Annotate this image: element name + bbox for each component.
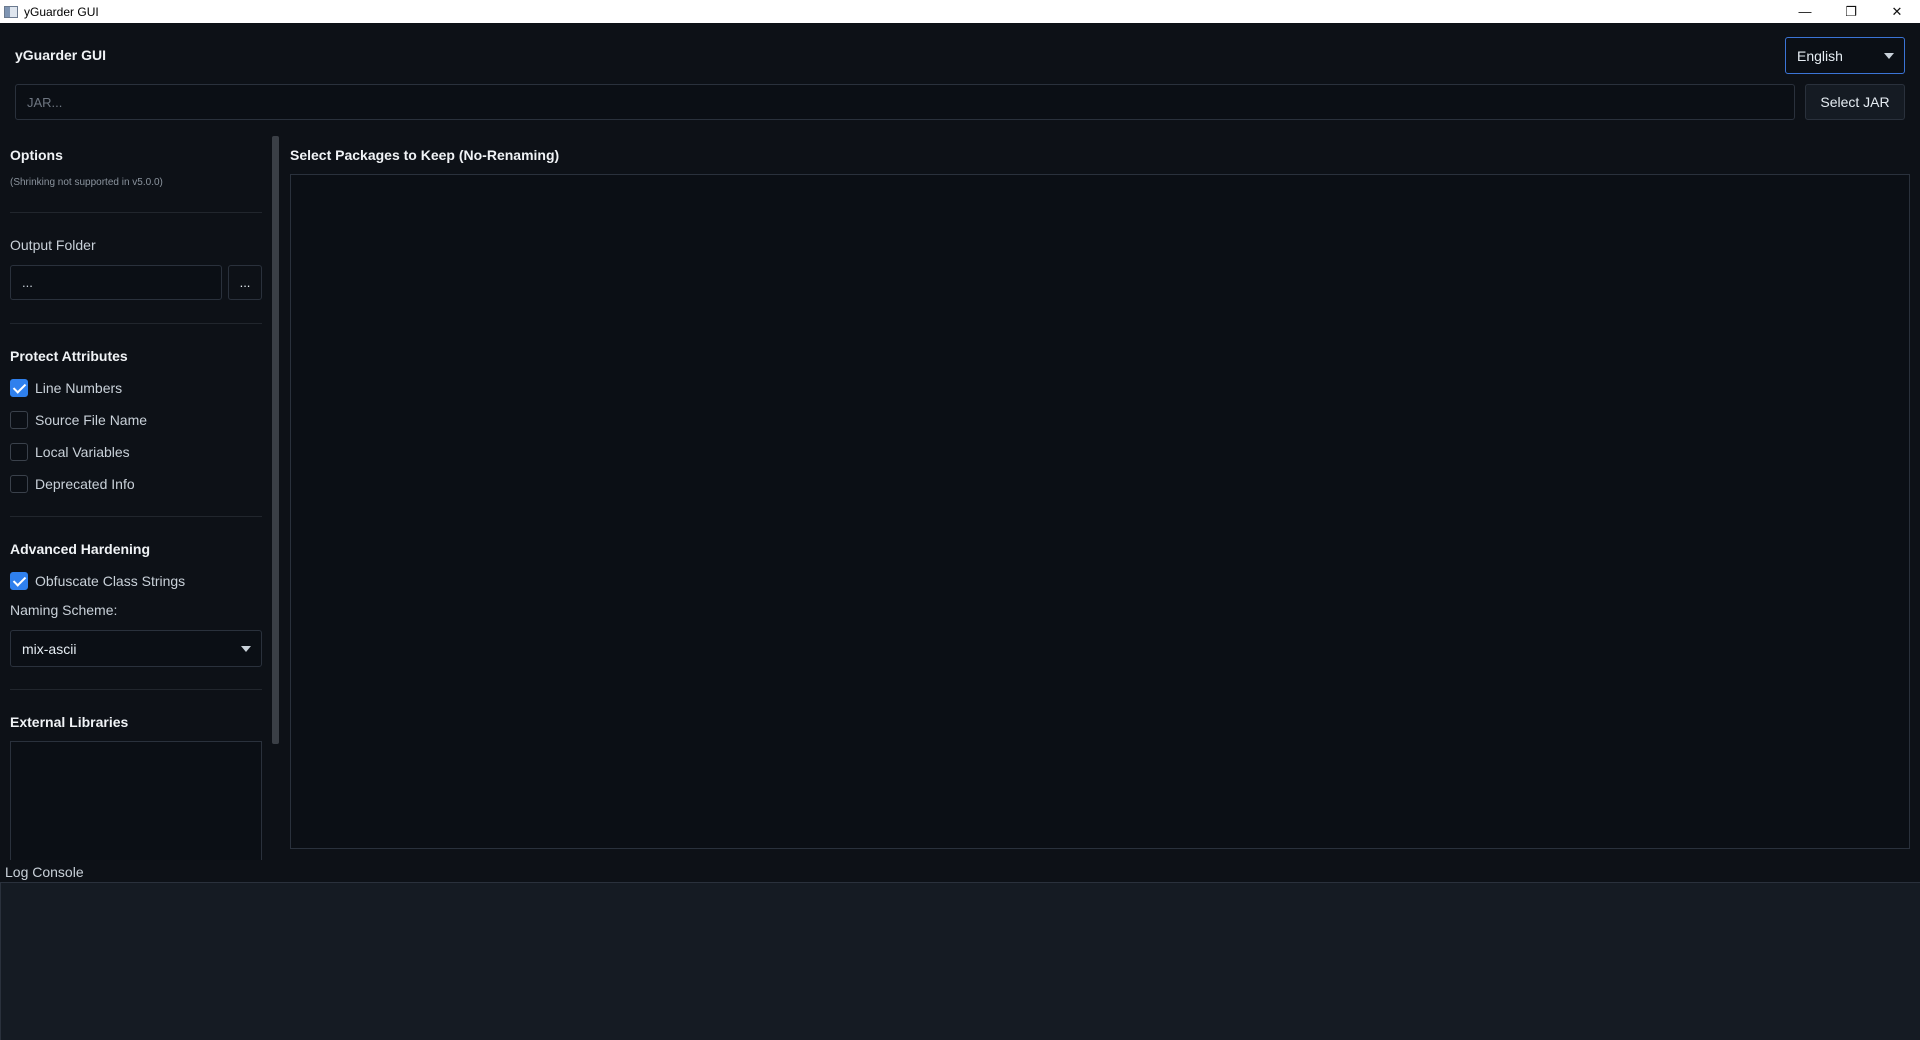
- divider: [10, 516, 262, 517]
- checkbox-label: Deprecated Info: [35, 476, 135, 492]
- restore-icon[interactable]: ❐: [1828, 0, 1874, 23]
- local-variables-checkbox-row[interactable]: Local Variables: [10, 443, 130, 461]
- language-select[interactable]: English: [1785, 37, 1905, 74]
- line-numbers-checkbox-row[interactable]: Line Numbers: [10, 379, 122, 397]
- output-folder-input[interactable]: ...: [10, 265, 222, 300]
- external-libraries-title: External Libraries: [10, 714, 129, 730]
- line-numbers-checkbox[interactable]: [10, 379, 28, 397]
- packages-tree[interactable]: [290, 174, 1910, 849]
- obfuscate-strings-checkbox[interactable]: [10, 572, 28, 590]
- output-folder-value: ...: [22, 275, 33, 290]
- naming-scheme-value: mix-ascii: [22, 640, 77, 657]
- options-title: Options: [10, 147, 63, 163]
- external-libraries-list[interactable]: [10, 741, 262, 860]
- divider: [10, 689, 262, 690]
- select-jar-button[interactable]: Select JAR: [1805, 84, 1905, 120]
- divider: [10, 212, 262, 213]
- checkbox-label: Source File Name: [35, 412, 148, 428]
- jar-path-placeholder: JAR...: [27, 94, 63, 110]
- output-folder-label: Output Folder: [10, 237, 96, 253]
- checkbox-label: Obfuscate Class Strings: [35, 573, 186, 589]
- jar-path-input[interactable]: JAR...: [15, 84, 1795, 120]
- local-variables-checkbox[interactable]: [10, 443, 28, 461]
- language-value: English: [1797, 47, 1843, 64]
- deprecated-info-checkbox-row[interactable]: Deprecated Info: [10, 475, 135, 493]
- checkbox-label: Local Variables: [35, 444, 130, 460]
- shrinking-note: (Shrinking not supported in v5.0.0): [10, 177, 163, 188]
- browse-output-button[interactable]: ...: [228, 265, 262, 300]
- obfuscate-strings-checkbox-row[interactable]: Obfuscate Class Strings: [10, 572, 185, 590]
- chevron-down-icon: [241, 646, 251, 652]
- close-icon[interactable]: ✕: [1874, 0, 1920, 23]
- protect-attributes-title: Protect Attributes: [10, 348, 128, 364]
- naming-scheme-label: Naming Scheme:: [10, 602, 118, 618]
- advanced-hardening-title: Advanced Hardening: [10, 541, 151, 557]
- app-title: yGuarder GUI: [15, 47, 107, 63]
- chevron-down-icon: [1884, 53, 1894, 59]
- log-console-label: Log Console: [5, 864, 84, 880]
- naming-scheme-select[interactable]: mix-ascii: [10, 630, 262, 667]
- app-icon: [4, 5, 18, 18]
- checkbox-label: Line Numbers: [35, 380, 123, 396]
- packages-title: Select Packages to Keep (No-Renaming): [290, 147, 560, 163]
- deprecated-info-checkbox[interactable]: [10, 475, 28, 493]
- divider: [10, 323, 262, 324]
- source-file-name-checkbox[interactable]: [10, 411, 28, 429]
- log-console-output[interactable]: [0, 882, 1920, 1040]
- window-titlebar: yGuarder GUI — ❐ ✕: [0, 0, 1920, 23]
- source-file-name-checkbox-row[interactable]: Source File Name: [10, 411, 147, 429]
- minimize-icon[interactable]: —: [1782, 0, 1828, 23]
- options-scrollbar-thumb[interactable]: [272, 136, 279, 744]
- window-title: yGuarder GUI: [24, 4, 99, 19]
